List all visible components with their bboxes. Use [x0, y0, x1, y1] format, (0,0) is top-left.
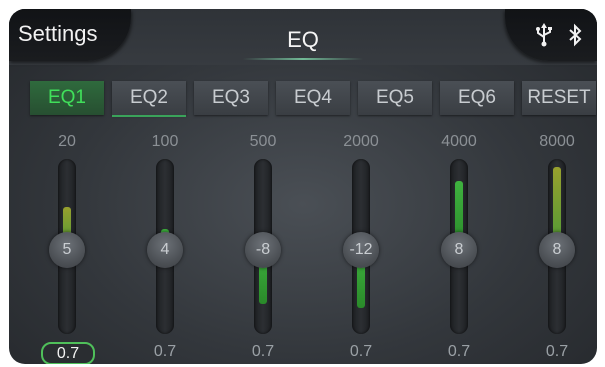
band-q-value[interactable]: 0.7 — [233, 343, 293, 361]
band-slider-knob[interactable]: -8 — [245, 232, 281, 268]
tab-eq4[interactable]: EQ4 — [276, 81, 350, 115]
band-slider-knob[interactable]: 5 — [49, 232, 85, 268]
band-q-value[interactable]: 0.7 — [331, 343, 391, 361]
tab-eq6[interactable]: EQ6 — [440, 81, 514, 115]
band-frequency-label: 500 — [249, 133, 277, 150]
usb-icon — [535, 23, 553, 52]
band-frequency-label: 100 — [151, 133, 179, 150]
band-frequency-label: 4000 — [441, 133, 477, 150]
band-slider-knob[interactable]: 8 — [539, 232, 575, 268]
reset-button[interactable]: RESET — [522, 81, 596, 115]
band-q-value[interactable]: 0.7 — [527, 343, 587, 361]
tab-eq2[interactable]: EQ2 — [112, 81, 186, 115]
band-frequency-label: 8000 — [539, 133, 575, 150]
title-underline — [243, 58, 363, 60]
band-slider-knob[interactable]: 4 — [147, 232, 183, 268]
band-q-value[interactable]: 0.7 — [429, 343, 489, 361]
band-q-value[interactable]: 0.7 — [135, 343, 195, 361]
bluetooth-icon — [567, 23, 583, 52]
eq-preset-tabs: EQ1 EQ2 EQ3 EQ4 EQ5 EQ6 RESET — [30, 81, 597, 117]
eq-screen: Settings EQ EQ1 EQ2 EQ3 EQ4 EQ5 EQ6 RESE… — [9, 9, 597, 364]
band-frequency-label: 20 — [58, 133, 76, 150]
tab-eq3[interactable]: EQ3 — [194, 81, 268, 115]
band-slider-knob[interactable]: 8 — [441, 232, 477, 268]
tab-eq5[interactable]: EQ5 — [358, 81, 432, 115]
band-frequency-label: 2000 — [343, 133, 379, 150]
tab-eq1[interactable]: EQ1 — [30, 81, 104, 115]
band-q-value[interactable]: 0.7 — [41, 342, 95, 364]
band-slider-knob[interactable]: -12 — [343, 232, 379, 268]
